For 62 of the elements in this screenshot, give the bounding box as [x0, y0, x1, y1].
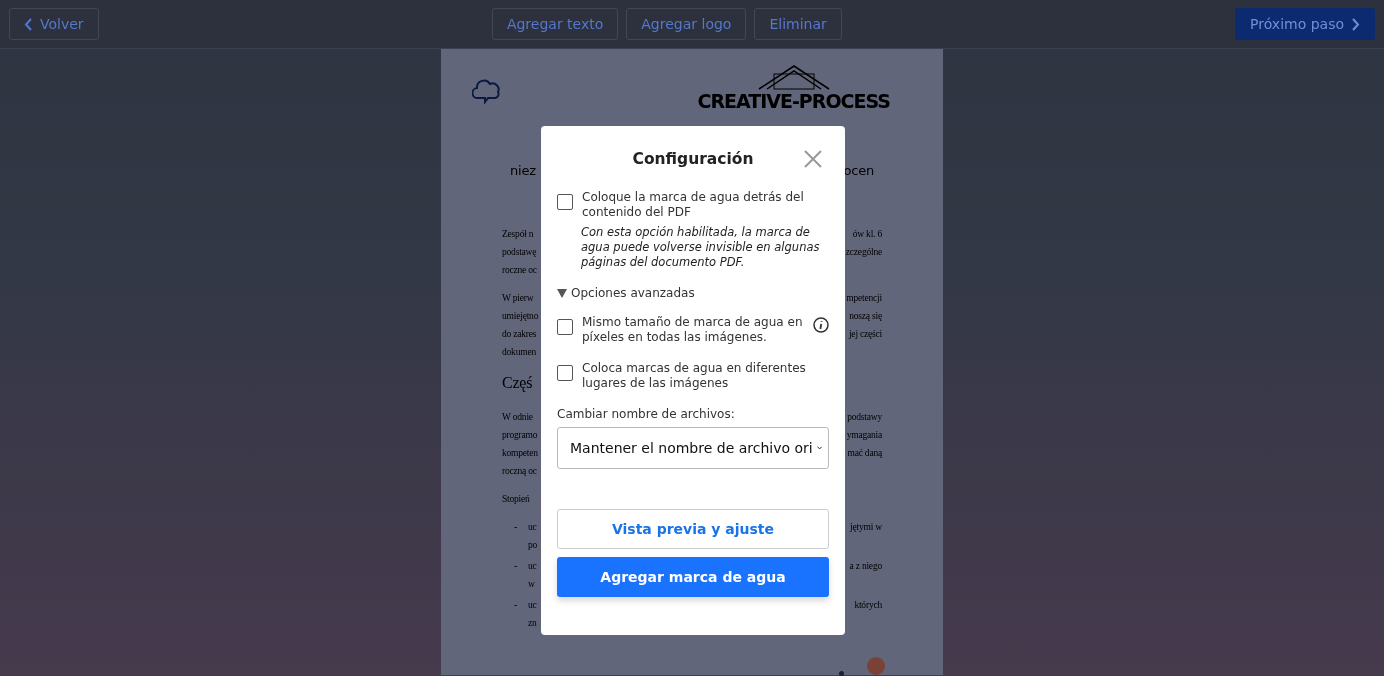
toolbar-button[interactable]: Agregar logo: [626, 8, 747, 40]
document-text: dokumen: [502, 347, 536, 357]
checkbox[interactable]: [557, 319, 573, 335]
document-text: uc: [528, 522, 537, 532]
document-text: uc: [528, 561, 537, 571]
cloud-icon: [472, 78, 502, 104]
document-text: noszą się: [849, 311, 882, 321]
document-text: umiejętno: [502, 311, 539, 321]
rename-select[interactable]: Mantener el nombre de archivo ori: [557, 427, 829, 469]
document-text: W odnie: [502, 412, 533, 422]
advanced-options-toggle[interactable]: Opciones avanzadas: [571, 286, 695, 300]
document-text: których: [854, 600, 882, 610]
document-text: W pierw: [502, 293, 534, 303]
document-text: a z niego: [849, 561, 882, 571]
document-text: mać daną: [847, 448, 882, 458]
bullet-dash: -: [513, 520, 519, 534]
document-text: po: [528, 540, 538, 550]
dialog-title: Configuración: [632, 150, 754, 170]
chevron-right-icon: [1351, 17, 1360, 31]
checkbox[interactable]: [557, 365, 573, 381]
triangle-icon[interactable]: [557, 288, 567, 298]
document-text: w: [528, 579, 535, 589]
logo: CREATIVE-PROCESS: [697, 64, 890, 112]
document-text: uc: [528, 600, 537, 610]
back-button[interactable]: Volver: [9, 8, 99, 40]
field-label: Cambiar nombre de archivos:: [557, 407, 736, 421]
toolbar-button[interactable]: Eliminar: [754, 8, 842, 40]
bullet-dash: -: [513, 598, 519, 612]
document-text: do zakres: [502, 329, 537, 339]
document-text: jętymi w: [850, 522, 882, 532]
document-text: podstawy: [847, 412, 882, 422]
info-icon[interactable]: [813, 317, 829, 333]
checkbox[interactable]: [557, 194, 573, 210]
document-text: ymagania: [846, 430, 882, 440]
preview-button[interactable]: Vista previa y ajuste: [557, 509, 829, 549]
document-text: mpetencji: [846, 293, 882, 303]
document-text: Częś: [502, 374, 533, 392]
checkbox-label: Mismo tamaño de marca de agua en píxeles en todas las imágenes.: [582, 315, 804, 345]
close-icon[interactable]: [804, 150, 822, 168]
add-watermark-button[interactable]: Agregar marca de agua: [557, 557, 829, 597]
bullet-dash: -: [513, 559, 519, 573]
page-dot: [839, 671, 844, 676]
document-text: zn: [528, 618, 537, 628]
next-step-button[interactable]: Próximo paso: [1235, 8, 1375, 40]
document-text: ocen: [843, 162, 874, 178]
chevron-down-icon: [816, 444, 822, 452]
document-text: programo: [502, 430, 538, 440]
hint-text: Con esta opción habilitada, la marca de agua puede volverse invisible en algunas páginas del documento PDF.: [581, 225, 821, 270]
checkbox-label: Coloque la marca de agua detrás del contenido del PDF: [582, 190, 805, 220]
chevron-left-icon: [24, 17, 33, 31]
document-text: zczególne: [845, 247, 882, 257]
document-text: roczną oc: [502, 466, 537, 476]
document-text: niez: [510, 162, 536, 178]
document-text: roczne oc: [502, 265, 537, 275]
toolbar-button[interactable]: Agregar texto: [491, 8, 619, 40]
document-text: kompeten: [502, 448, 538, 458]
document-text: ów kl. 6: [852, 229, 882, 239]
document-text: podstawę: [502, 247, 537, 257]
document-text: Zespół n: [502, 229, 534, 239]
document-text: jej części: [848, 329, 882, 339]
checkbox-label: Coloca marcas de agua en diferentes lugares de las imágenes: [582, 361, 807, 391]
document-text: Stopień: [502, 494, 530, 504]
